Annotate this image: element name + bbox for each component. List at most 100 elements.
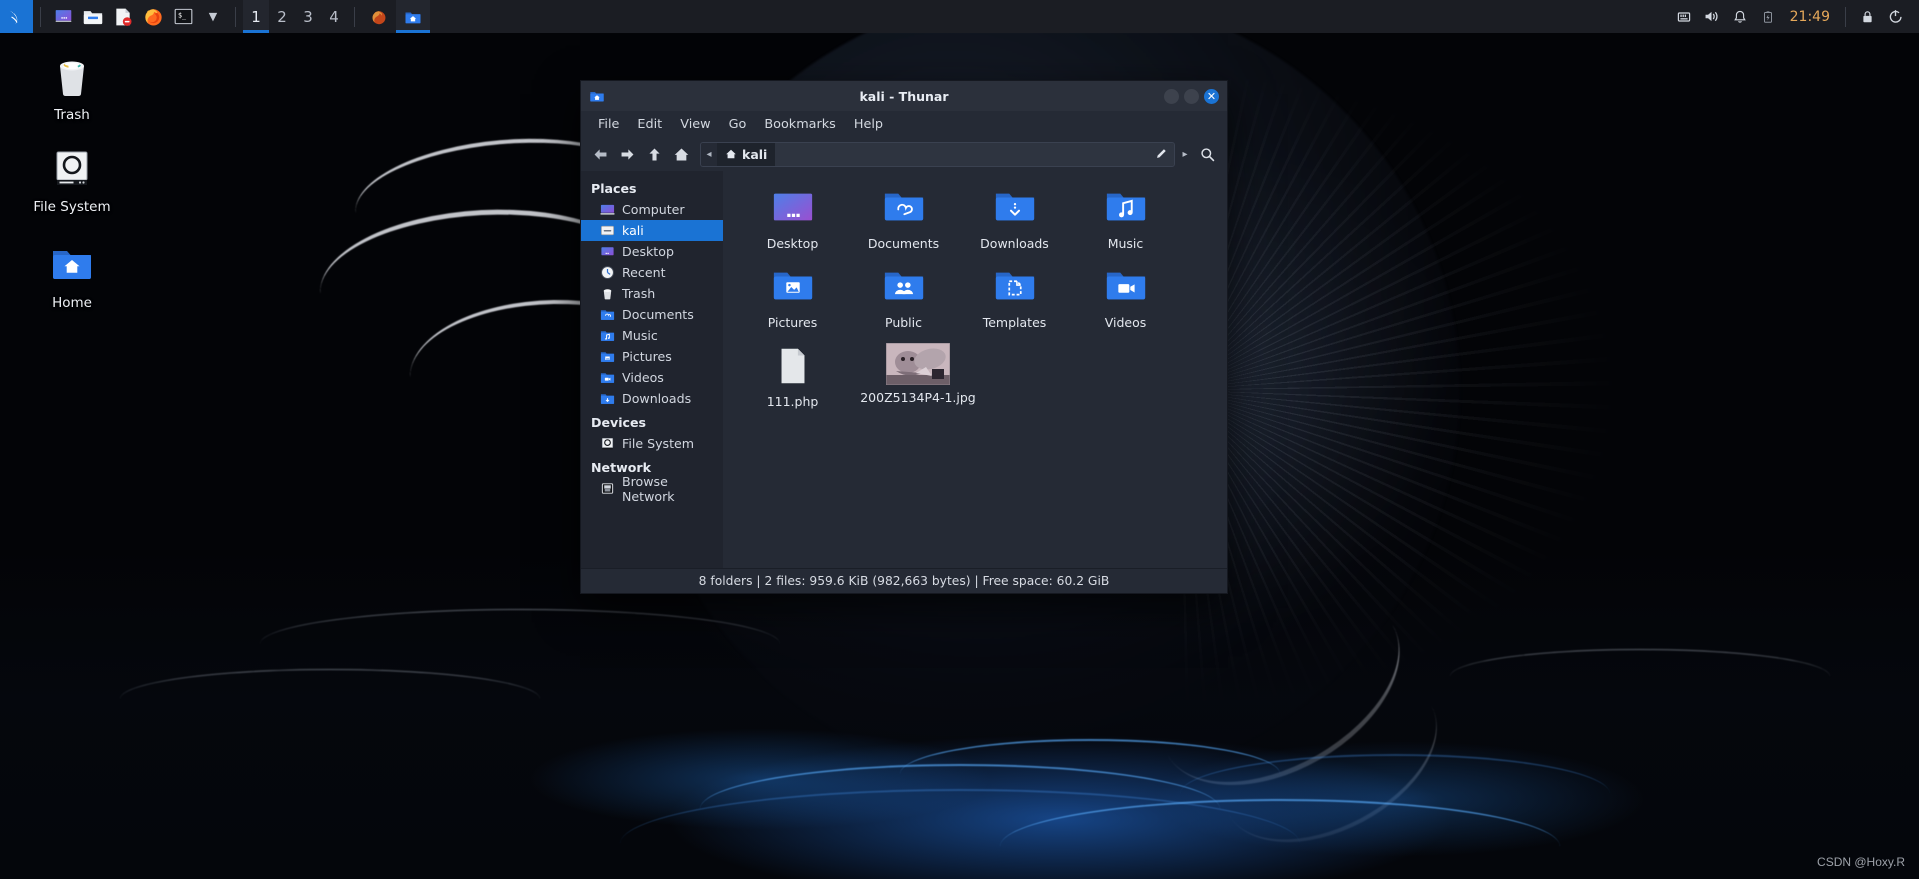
volume-icon[interactable] [1698, 0, 1726, 33]
sidebar-item-pictures[interactable]: Pictures [581, 346, 723, 367]
menubar: File Edit View Go Bookmarks Help [581, 111, 1227, 137]
sidebar[interactable]: Places Computer kali Desktop Recent Tras… [581, 171, 723, 568]
search-icon[interactable] [1195, 141, 1220, 167]
file-item-label: Desktop [766, 236, 819, 251]
sidebar-item-label: Downloads [622, 391, 692, 406]
taskbar-firefox[interactable] [362, 0, 396, 33]
file-item-pictures[interactable]: Pictures [737, 262, 848, 341]
menu-view[interactable]: View [672, 114, 718, 135]
sidebar-item-kali[interactable]: kali [581, 220, 723, 241]
battery-icon[interactable] [1754, 0, 1782, 33]
back-arrow-icon[interactable] [588, 141, 613, 167]
chevron-right-icon: ▸ [1182, 148, 1188, 160]
maximize-button[interactable] [1184, 88, 1199, 104]
file-item-downloads[interactable]: Downloads [959, 183, 1070, 262]
sidebar-item-music[interactable]: Music [581, 325, 723, 346]
workspace-label: 4 [329, 7, 339, 26]
location-input[interactable] [775, 142, 1148, 166]
close-button[interactable]: ✕ [1204, 88, 1219, 104]
chevron-left-icon: ◂ [706, 148, 712, 160]
workspace-label: 2 [277, 7, 287, 26]
home-icon[interactable] [669, 141, 694, 167]
network-icon[interactable] [1670, 0, 1698, 33]
clock[interactable]: 21:49 [1782, 0, 1838, 33]
computer-icon [599, 202, 615, 218]
menu-bookmarks[interactable]: Bookmarks [756, 114, 844, 135]
harddisk-icon [599, 436, 615, 452]
menu-go[interactable]: Go [721, 114, 755, 135]
chevron-down-icon[interactable]: ▼ [198, 0, 228, 33]
sidebar-item-browse-network[interactable]: Browse Network [581, 474, 723, 504]
desktop-gradient-icon [770, 185, 816, 231]
sidebar-group-devices: Devices [591, 415, 647, 430]
panel-separator [40, 6, 41, 27]
videos-folder-icon [599, 370, 615, 386]
window-content: Places Computer kali Desktop Recent Tras… [581, 171, 1227, 568]
panel-separator [354, 6, 355, 27]
desktop-icon-home[interactable]: Home [20, 238, 124, 311]
text-editor-icon[interactable] [108, 0, 138, 33]
file-item-desktop[interactable]: Desktop [737, 183, 848, 262]
sidebar-item-desktop[interactable]: Desktop [581, 241, 723, 262]
minimize-button[interactable] [1164, 88, 1179, 104]
thunar-window[interactable]: kali - Thunar ✕ File Edit View Go Bookma… [580, 80, 1228, 594]
desktop-icon-label: Trash [54, 107, 90, 123]
file-item-videos[interactable]: Videos [1070, 262, 1181, 341]
workspace-button-4[interactable]: 4 [321, 0, 347, 33]
workspace-button-1[interactable]: 1 [243, 0, 269, 33]
file-item-200z5134p4-1-jpg[interactable]: 200Z5134P4-1.jpg [848, 341, 988, 420]
file-pane[interactable]: Desktop Documents Downloads Music Pictur… [723, 171, 1227, 568]
sidebar-item-file-system[interactable]: File System [581, 433, 723, 454]
firefox-icon[interactable] [138, 0, 168, 33]
window-titlebar[interactable]: kali - Thunar ✕ [581, 81, 1227, 111]
lock-screen-icon[interactable] [1853, 0, 1881, 33]
taskbar-thunar[interactable] [396, 0, 430, 33]
up-arrow-icon[interactable] [642, 141, 667, 167]
file-item-music[interactable]: Music [1070, 183, 1181, 262]
file-item-public[interactable]: Public [848, 262, 959, 341]
sidebar-item-label: Recent [622, 265, 666, 280]
logout-icon[interactable] [1881, 0, 1909, 33]
harddisk-icon [47, 142, 97, 192]
pencil-icon[interactable] [1148, 142, 1174, 166]
file-item-111-php[interactable]: 111.php [737, 341, 848, 420]
menu-file[interactable]: File [590, 114, 627, 135]
file-item-templates[interactable]: Templates [959, 262, 1070, 341]
sidebar-item-documents[interactable]: Documents [581, 304, 723, 325]
path-next-button[interactable]: ▸ [1177, 141, 1193, 167]
watermark: CSDN @Hoxy.R [1817, 855, 1905, 869]
trash-icon [599, 286, 615, 302]
pictures-folder-icon [770, 264, 816, 310]
file-item-label: 111.php [766, 394, 819, 409]
workspace-button-3[interactable]: 3 [295, 0, 321, 33]
desktop-icon-label: File System [33, 199, 111, 215]
location-bar[interactable]: ◂ kali [700, 141, 1175, 167]
forward-arrow-icon[interactable] [615, 141, 640, 167]
desktop-icon-file-system[interactable]: File System [20, 142, 124, 215]
path-prev-button[interactable]: ◂ [701, 142, 717, 166]
file-manager-icon[interactable] [78, 0, 108, 33]
documents-folder-icon [881, 185, 927, 231]
image-thumbnail [886, 343, 950, 385]
notification-bell-icon[interactable] [1726, 0, 1754, 33]
sidebar-item-trash[interactable]: Trash [581, 283, 723, 304]
sidebar-item-recent[interactable]: Recent [581, 262, 723, 283]
public-folder-icon [881, 264, 927, 310]
file-item-label: Templates [982, 315, 1047, 330]
sidebar-item-computer[interactable]: Computer [581, 199, 723, 220]
menu-help[interactable]: Help [846, 114, 891, 135]
file-item-label: Pictures [767, 315, 818, 330]
sidebar-item-label: File System [622, 436, 695, 451]
file-item-documents[interactable]: Documents [848, 183, 959, 262]
show-desktop-icon[interactable] [48, 0, 78, 33]
sidebar-item-downloads[interactable]: Downloads [581, 388, 723, 409]
menu-edit[interactable]: Edit [629, 114, 670, 135]
workspace-button-2[interactable]: 2 [269, 0, 295, 33]
breadcrumb[interactable]: kali [717, 142, 776, 166]
kali-menu-button[interactable] [0, 0, 33, 33]
music-folder-icon [1103, 185, 1149, 231]
terminal-icon[interactable]: $_ [168, 0, 198, 33]
sidebar-item-videos[interactable]: Videos [581, 367, 723, 388]
desktop-icon-trash[interactable]: Trash [20, 50, 124, 123]
status-bar: 8 folders | 2 files: 959.6 KiB (982,663 … [581, 568, 1227, 593]
